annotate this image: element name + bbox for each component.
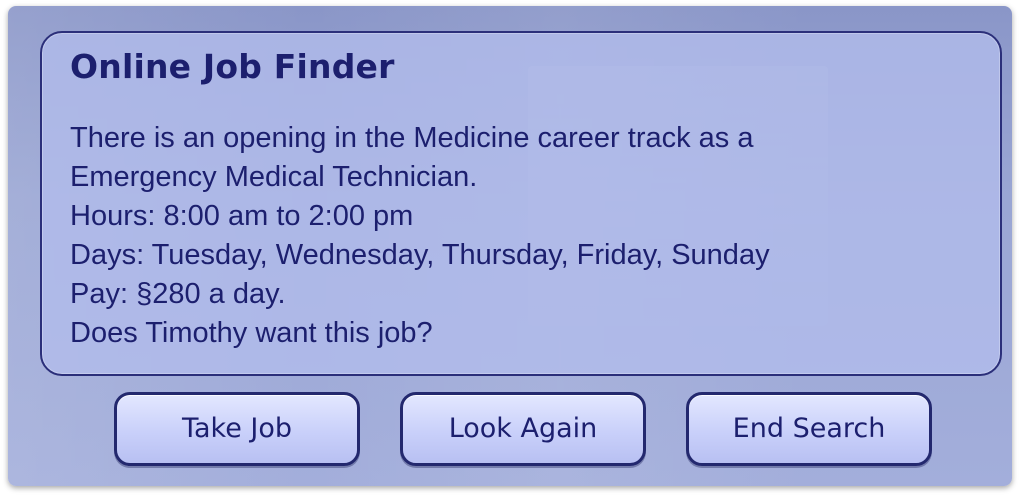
hours-line: Hours: 8:00 am to 2:00 pm	[70, 200, 414, 232]
job-title-line: Emergency Medical Technician.	[70, 161, 478, 193]
dialog-title: Online Job Finder	[70, 47, 395, 86]
game-scene: Online Job Finder There is an opening in…	[8, 6, 1012, 486]
opening-description-line: There is an opening in the Medicine care…	[70, 122, 754, 154]
pay-line: Pay: §280 a day.	[70, 278, 286, 310]
end-search-button[interactable]: End Search	[686, 392, 932, 466]
question-line: Does Timothy want this job?	[70, 317, 433, 349]
job-offer-dialog: Online Job Finder There is an opening in…	[40, 31, 1002, 376]
take-job-button[interactable]: Take Job	[114, 392, 360, 466]
screenshot-frame: Online Job Finder There is an opening in…	[0, 0, 1024, 495]
job-details: There is an opening in the Medicine care…	[70, 119, 770, 353]
days-line: Days: Tuesday, Wednesday, Thursday, Frid…	[70, 239, 770, 271]
look-again-button[interactable]: Look Again	[400, 392, 646, 466]
dialog-button-row: Take Job Look Again End Search	[106, 392, 936, 470]
